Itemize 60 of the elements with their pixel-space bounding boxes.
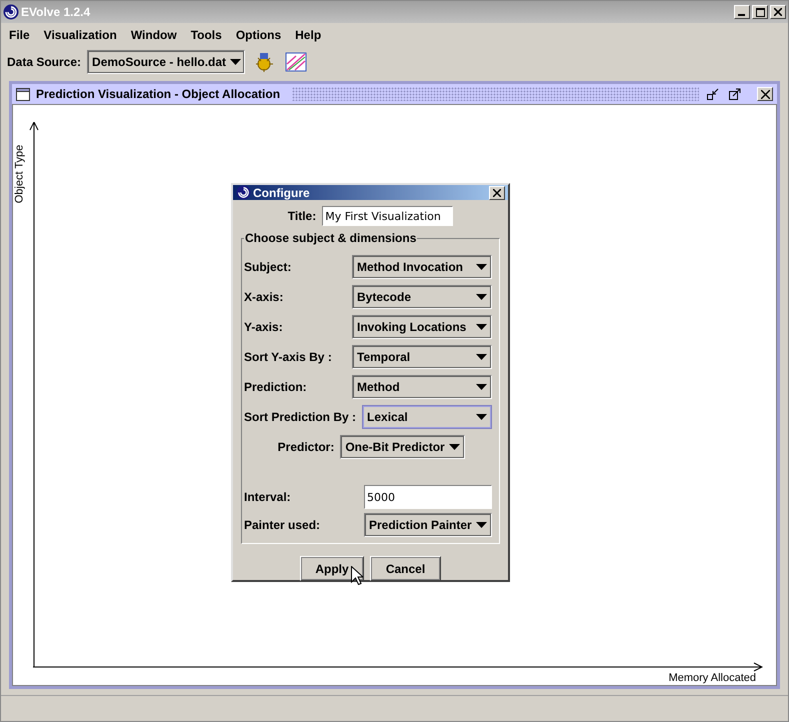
field-label: Interval: (244, 490, 291, 504)
field-label: Prediction: (244, 380, 307, 394)
window-icon (16, 88, 30, 100)
iconify-button[interactable] (705, 87, 721, 101)
data-source-label: Data Source: (7, 55, 82, 69)
dropdown-arrow-icon (230, 59, 242, 65)
dropdown[interactable]: DemoSource - hello.dat (87, 50, 246, 74)
dropdown[interactable]: Temporal (352, 345, 492, 369)
menu-item[interactable]: Visualization (44, 28, 117, 42)
menu-item[interactable]: Tools (190, 28, 222, 42)
dropdown-arrow-icon (476, 264, 487, 270)
title-field[interactable]: My First Visualization (322, 206, 454, 226)
dropdown-arrow-icon (449, 444, 460, 450)
dialog-button[interactable]: Apply (300, 556, 364, 581)
window-title: EVolve 1.2.4 (21, 5, 90, 19)
close-button[interactable] (757, 87, 773, 101)
dialog-button[interactable]: Cancel (370, 556, 441, 581)
maximize-icon (756, 8, 764, 16)
close-button[interactable] (489, 186, 505, 200)
spiral-logo-icon (236, 185, 251, 200)
dropdown[interactable]: Method (352, 375, 492, 399)
dropdown[interactable]: One-Bit Predictor (340, 435, 466, 459)
field-label: Sort Prediction By : (244, 410, 356, 424)
menu-item[interactable]: Options (236, 28, 282, 42)
field-label: Predictor: (278, 440, 334, 454)
cursor-icon (351, 566, 363, 585)
dropdown[interactable]: Invoking Locations (352, 315, 492, 339)
field-label: Sort Y-axis By : (244, 350, 332, 364)
close-icon (760, 90, 770, 98)
menu-item[interactable]: File (9, 28, 30, 42)
spiral-logo-icon (3, 4, 19, 20)
y-axis-label: Object Type (13, 144, 26, 204)
maximize-button[interactable] (752, 5, 768, 19)
maximize-button[interactable] (727, 87, 743, 101)
dialog-title: Configure (253, 186, 310, 200)
dropdown-arrow-icon (476, 324, 487, 330)
field-label: X-axis: (244, 290, 284, 304)
x-axis-label: Memory Allocated (668, 672, 756, 684)
dropdown-arrow-icon (476, 294, 487, 300)
dropdown-arrow-icon (476, 522, 487, 528)
field-label: Title: (288, 209, 316, 223)
dropdown[interactable]: Prediction Painter (364, 513, 492, 537)
field-label: Y-axis: (244, 320, 283, 334)
interval-field[interactable]: 5000 (364, 485, 492, 509)
dropdown-arrow-icon (476, 354, 487, 360)
internal-frame-title: Prediction Visualization - Object Allocation (36, 87, 282, 101)
close-icon (774, 8, 782, 16)
menu-item[interactable]: Help (295, 28, 322, 42)
dropdown-arrow-icon (476, 414, 487, 420)
dropdown[interactable]: Lexical (362, 405, 492, 429)
group-title: Choose subject & dimensions (244, 231, 418, 245)
dropdown[interactable]: Bytecode (352, 285, 492, 309)
close-button[interactable] (770, 5, 786, 19)
field-label: Painter used: (244, 518, 320, 532)
minimize-button[interactable] (734, 5, 750, 19)
field-label: Subject: (244, 260, 292, 274)
close-icon (493, 188, 501, 196)
dropdown-arrow-icon (476, 384, 487, 390)
dropdown[interactable]: Method Invocation (352, 255, 492, 279)
menu-item[interactable]: Window (130, 28, 177, 42)
